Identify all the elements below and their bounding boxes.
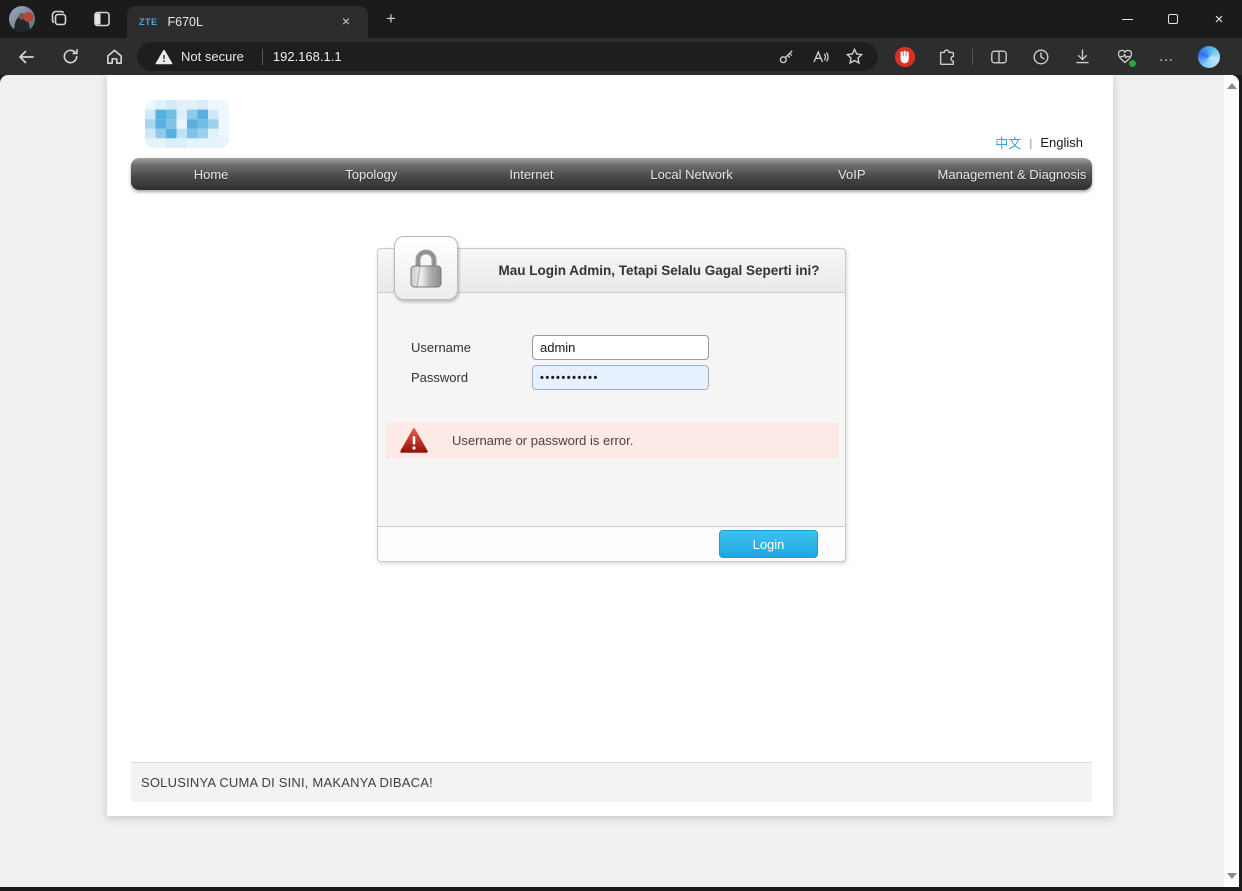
browser-essentials-icon[interactable]	[1108, 43, 1141, 71]
refresh-icon	[61, 47, 80, 66]
nav-item-voip[interactable]: VoIP	[772, 158, 932, 190]
language-divider: |	[1029, 136, 1032, 150]
close-button[interactable]: ×	[1196, 0, 1242, 38]
home-icon	[105, 47, 124, 66]
downloads-icon[interactable]	[1066, 43, 1099, 71]
history-icon[interactable]	[1024, 43, 1057, 71]
refresh-button[interactable]	[54, 42, 86, 71]
profile-avatar[interactable]	[9, 6, 35, 32]
not-secure-warning-icon	[155, 49, 173, 65]
browser-toolbar: Not secure 192.168.1.1	[0, 38, 1242, 75]
router-page: 中文 | English Home Topology Internet Loca…	[107, 75, 1113, 816]
main-navigation: Home Topology Internet Local Network VoI…	[131, 158, 1092, 190]
maximize-button[interactable]	[1150, 0, 1196, 38]
new-tab-button[interactable]: +	[378, 10, 404, 30]
scroll-up-icon[interactable]	[1227, 83, 1237, 89]
security-label: Not secure	[181, 49, 244, 64]
back-icon	[16, 47, 36, 67]
login-button[interactable]: Login	[719, 530, 818, 558]
vertical-tabs-icon[interactable]	[90, 8, 114, 30]
back-button[interactable]	[10, 42, 42, 71]
essentials-status-badge	[1128, 59, 1137, 68]
site-security-chip[interactable]: Not secure	[147, 49, 252, 65]
language-english-link[interactable]: English	[1040, 135, 1083, 150]
zte-logo-blurred	[145, 100, 229, 148]
adblock-icon[interactable]	[888, 43, 921, 71]
password-key-icon[interactable]	[772, 45, 800, 69]
nav-item-home[interactable]: Home	[131, 158, 291, 190]
padlock-icon	[394, 236, 458, 300]
extensions-icon[interactable]	[930, 43, 963, 71]
close-icon: ×	[1215, 12, 1224, 27]
address-divider	[262, 49, 263, 65]
browser-tab[interactable]: ZTE F670L ×	[127, 6, 368, 38]
username-label: Username	[411, 340, 532, 355]
language-selector: 中文 | English	[995, 133, 1083, 152]
tab-title: F670L	[168, 15, 337, 29]
username-input[interactable]	[532, 335, 709, 360]
split-screen-icon[interactable]	[982, 43, 1015, 71]
tab-close-icon[interactable]: ×	[336, 12, 356, 32]
nav-item-internet[interactable]: Internet	[451, 158, 611, 190]
minimize-icon	[1122, 19, 1133, 20]
password-input[interactable]	[532, 365, 709, 390]
copilot-icon	[1198, 46, 1220, 68]
password-row: Password	[411, 365, 709, 390]
favorites-star-icon[interactable]	[840, 45, 868, 69]
language-chinese-link[interactable]: 中文	[995, 133, 1021, 152]
web-content-viewport: 中文 | English Home Topology Internet Loca…	[0, 75, 1239, 887]
nav-item-management-diagnosis[interactable]: Management & Diagnosis	[932, 158, 1092, 190]
home-button[interactable]	[98, 42, 130, 71]
vertical-scrollbar[interactable]	[1224, 75, 1239, 887]
url-text: 192.168.1.1	[273, 49, 342, 64]
login-error-banner: Username or password is error.	[386, 422, 839, 459]
minimize-button[interactable]	[1104, 0, 1150, 38]
address-bar[interactable]: Not secure 192.168.1.1	[137, 42, 878, 71]
login-error-text: Username or password is error.	[452, 433, 633, 448]
error-warning-icon	[400, 428, 428, 454]
username-row: Username	[411, 335, 709, 360]
toolbar-extensions-area: …	[888, 42, 1225, 71]
login-panel: Mau Login Admin, Tetapi Selalu Gagal Sep…	[377, 248, 846, 562]
login-panel-title: Mau Login Admin, Tetapi Selalu Gagal Sep…	[498, 263, 819, 278]
toolbar-divider	[972, 49, 973, 65]
read-aloud-icon[interactable]	[806, 45, 834, 69]
copilot-button[interactable]	[1192, 43, 1225, 71]
workspaces-icon[interactable]	[48, 8, 72, 30]
nav-item-local-network[interactable]: Local Network	[612, 158, 772, 190]
browser-window: { "browser": { "tab": { "favicon_text": …	[0, 0, 1242, 891]
address-bar-actions	[772, 45, 868, 69]
zte-favicon: ZTE	[139, 17, 158, 27]
login-panel-footer: Login	[378, 526, 845, 561]
login-panel-header: Mau Login Admin, Tetapi Selalu Gagal Sep…	[378, 249, 845, 293]
tab-bar: ZTE F670L × + ×	[0, 0, 1242, 38]
window-controls: ×	[1104, 0, 1242, 38]
password-label: Password	[411, 370, 532, 385]
more-options-icon[interactable]: …	[1150, 43, 1183, 71]
page-footer-bar: SOLUSINYA CUMA DI SINI, MAKANYA DIBACA!	[131, 762, 1092, 802]
maximize-icon	[1168, 14, 1178, 24]
page-footer-text: SOLUSINYA CUMA DI SINI, MAKANYA DIBACA!	[141, 775, 433, 790]
scroll-down-icon[interactable]	[1227, 873, 1237, 879]
nav-item-topology[interactable]: Topology	[291, 158, 451, 190]
